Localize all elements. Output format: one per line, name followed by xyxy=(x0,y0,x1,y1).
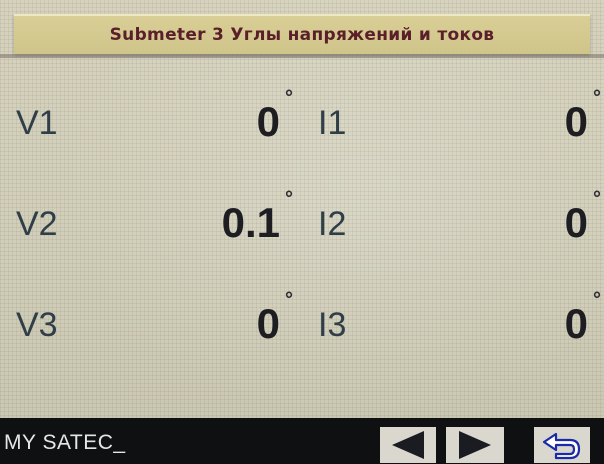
bottom-toolbar: MY SATEC_ xyxy=(0,418,604,464)
current-label-i1: I1 xyxy=(318,104,347,142)
voltage-label-v2: V2 xyxy=(16,205,58,243)
voltage-degree-v1: ° xyxy=(285,87,293,109)
title-divider xyxy=(0,54,604,58)
display-screen: Submeter 3 Углы напряжений и токов V1 0 … xyxy=(0,0,604,464)
current-angle-i2: 0 xyxy=(564,199,588,246)
voltage-label-v1: V1 xyxy=(16,104,58,142)
angle-row-1: V1 0 ° I1 0 ° xyxy=(0,88,604,155)
angle-row-3: V3 0 ° I3 0 ° xyxy=(0,290,604,357)
return-icon xyxy=(542,432,581,460)
voltage-degree-v3: ° xyxy=(285,289,293,311)
page-title: Submeter 3 Углы напряжений и токов xyxy=(109,25,495,45)
brand-label: MY SATEC_ xyxy=(4,431,126,454)
current-angle-i3: 0 xyxy=(564,300,588,347)
current-label-i2: I2 xyxy=(318,205,347,243)
current-angle-i1: 0 xyxy=(564,98,588,145)
voltage-angle-v1: 0 xyxy=(256,98,280,145)
current-degree-i1: ° xyxy=(593,87,601,109)
previous-page-button[interactable] xyxy=(380,427,436,463)
voltage-degree-v2: ° xyxy=(285,188,293,210)
voltage-label-v3: V3 xyxy=(16,306,58,344)
page-title-bar: Submeter 3 Углы напряжений и токов xyxy=(14,14,590,54)
current-label-i3: I3 xyxy=(318,306,347,344)
next-page-button[interactable] xyxy=(446,427,504,463)
return-button[interactable] xyxy=(534,427,590,463)
arrow-right-icon xyxy=(459,431,491,459)
angle-row-2: V2 0.1 ° I2 0 ° xyxy=(0,189,604,256)
arrow-left-icon xyxy=(392,431,424,459)
current-degree-i2: ° xyxy=(593,188,601,210)
current-degree-i3: ° xyxy=(593,289,601,311)
voltage-angle-v2: 0.1 xyxy=(221,199,280,246)
voltage-angle-v3: 0 xyxy=(256,300,280,347)
